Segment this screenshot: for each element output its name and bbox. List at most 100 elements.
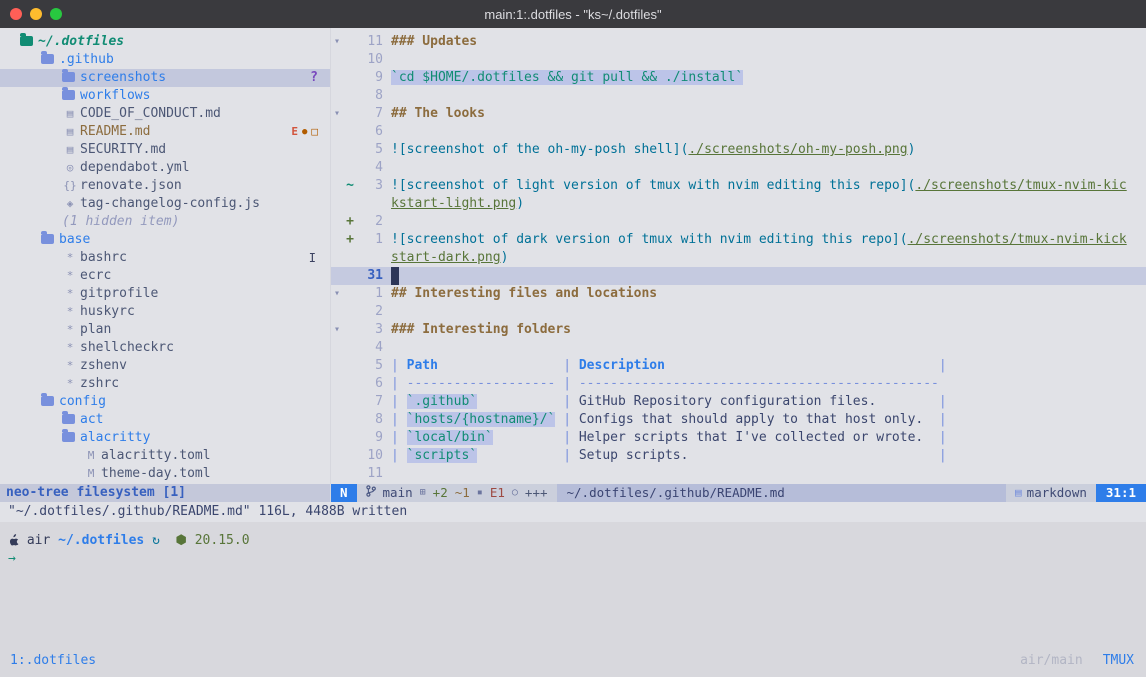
close-button[interactable] — [10, 8, 22, 20]
diag-error-badge: E — [291, 123, 298, 141]
tree-item-github[interactable]: .github — [0, 51, 330, 69]
git-sign — [343, 465, 357, 483]
file-shell-icon: * — [62, 357, 78, 375]
line-number: 5 — [357, 357, 383, 375]
git-sign — [343, 429, 357, 447]
fold-marker — [331, 303, 343, 321]
prompt-arrow[interactable]: → — [0, 550, 1146, 568]
fold-marker — [331, 249, 343, 267]
line-number — [357, 249, 383, 267]
tree-item-renovate-json[interactable]: {}renovate.json — [0, 177, 330, 195]
editor-line[interactable]: +1![screenshot of dark version of tmux w… — [331, 231, 1146, 249]
tree-item-plan[interactable]: *plan — [0, 321, 330, 339]
tree-item-label: zshenv — [80, 358, 127, 373]
editor-line[interactable]: ~3![screenshot of light version of tmux … — [331, 177, 1146, 195]
folder-icon — [62, 432, 75, 442]
tree-item-zshrc[interactable]: *zshrc — [0, 375, 330, 393]
line-number: 4 — [357, 339, 383, 357]
editor-buffer[interactable]: ▾11### Updates109`cd $HOME/.dotfiles && … — [331, 28, 1146, 484]
line-text — [383, 87, 391, 105]
tree-item-huskyrc[interactable]: *huskyrc — [0, 303, 330, 321]
editor-line[interactable]: 10| `scripts` | Setup scripts. | — [331, 447, 1146, 465]
git-sign — [343, 375, 357, 393]
editor-line[interactable]: 11 — [331, 465, 1146, 483]
tree-item-bashrc[interactable]: *bashrcI — [0, 249, 330, 267]
tree-item-readme-md[interactable]: ▤README.mdE●□ — [0, 123, 330, 141]
shell-pane: air ~/.dotfiles ↻ ⬢ 20.15.0 → 1:.dotfile… — [0, 522, 1146, 677]
editor-line[interactable]: ▾1## Interesting files and locations — [331, 285, 1146, 303]
editor-line[interactable]: ▾7## The looks — [331, 105, 1146, 123]
editor-line[interactable]: 9`cd $HOME/.dotfiles && git pull && ./in… — [331, 69, 1146, 87]
git-untracked-badge: ? — [310, 69, 318, 87]
tmux-window-label[interactable]: 1:.dotfiles — [10, 652, 96, 670]
tree-item-label: workflows — [80, 88, 150, 103]
tree-item-1-hidden-item[interactable]: (1 hidden item) — [0, 213, 330, 231]
editor-line[interactable]: 10 — [331, 51, 1146, 69]
tree-item-act[interactable]: act — [0, 411, 330, 429]
editor-line[interactable]: 8 — [331, 87, 1146, 105]
fold-marker: ▾ — [331, 33, 343, 51]
cursor-position: 31:1 — [1096, 484, 1146, 502]
git-sync-icon: ↻ — [152, 533, 160, 548]
git-sign — [343, 123, 357, 141]
line-number — [357, 195, 383, 213]
editor-line[interactable]: 5![screenshot of the oh-my-posh shell](.… — [331, 141, 1146, 159]
tree-item-alacritty[interactable]: alacritty — [0, 429, 330, 447]
git-sign — [343, 285, 357, 303]
line-number: 2 — [357, 213, 383, 231]
tree-item-security-md[interactable]: ▤SECURITY.md — [0, 141, 330, 159]
tree-item-code-of-conduct-md[interactable]: ▤CODE_OF_CONDUCT.md — [0, 105, 330, 123]
editor-window: ▾11### Updates109`cd $HOME/.dotfiles && … — [330, 28, 1146, 502]
editor-line[interactable]: 9| `local/bin` | Helper scripts that I'v… — [331, 429, 1146, 447]
tree-item-label: (1 hidden item) — [62, 214, 179, 229]
git-sign — [343, 321, 357, 339]
tree-item-zshenv[interactable]: *zshenv — [0, 357, 330, 375]
tree-item-workflows[interactable]: workflows — [0, 87, 330, 105]
tree-item-config[interactable]: config — [0, 393, 330, 411]
editor-line[interactable]: start-dark.png) — [331, 249, 1146, 267]
line-text: kstart-light.png) — [383, 195, 524, 213]
tree-item-base[interactable]: base — [0, 231, 330, 249]
editor-line-current[interactable]: 31 — [331, 267, 1146, 285]
titlebar[interactable]: main:1:.dotfiles - "ks~/.dotfiles" — [0, 0, 1146, 28]
editor-line[interactable]: 6 — [331, 123, 1146, 141]
zoom-button[interactable] — [50, 8, 62, 20]
tree-item-tag-changelog-config-js[interactable]: ◈tag-changelog-config.js — [0, 195, 330, 213]
editor-line[interactable]: ▾11### Updates — [331, 33, 1146, 51]
line-text — [383, 213, 391, 231]
tree-item-alacritty-toml[interactable]: Malacritty.toml — [0, 447, 330, 465]
file-shell-icon: * — [62, 249, 78, 267]
tree-item-label: SECURITY.md — [80, 142, 166, 157]
line-number: 9 — [357, 429, 383, 447]
line-text: ![screenshot of the oh-my-posh shell](./… — [383, 141, 915, 159]
editor-line[interactable]: 4 — [331, 159, 1146, 177]
diff-icon: ⊞ — [420, 484, 426, 502]
tree-item-ecrc[interactable]: *ecrc — [0, 267, 330, 285]
editor-line[interactable]: 4 — [331, 339, 1146, 357]
minimize-button[interactable] — [30, 8, 42, 20]
editor-line[interactable]: 6| ------------------- | ---------------… — [331, 375, 1146, 393]
tree-item-gitprofile[interactable]: *gitprofile — [0, 285, 330, 303]
line-text: | Path | Description | — [383, 357, 947, 375]
tree-item-dotfiles[interactable]: ~/.dotfiles — [0, 33, 330, 51]
editor-line[interactable]: ▾3### Interesting folders — [331, 321, 1146, 339]
tree-item-label: alacritty — [80, 430, 150, 445]
editor-line[interactable]: +2 — [331, 213, 1146, 231]
tree-item-label: config — [59, 394, 106, 409]
tree-item-shellcheckrc[interactable]: *shellcheckrc — [0, 339, 330, 357]
editor-line[interactable]: 7| `.github` | GitHub Repository configu… — [331, 393, 1146, 411]
editor-line[interactable]: kstart-light.png) — [331, 195, 1146, 213]
tree-item-theme-day-toml[interactable]: Mtheme-day.toml — [0, 465, 330, 483]
traffic-lights — [10, 8, 62, 20]
line-number: 6 — [357, 375, 383, 393]
tree-item-dependabot-yml[interactable]: ◎dependabot.yml — [0, 159, 330, 177]
file-shell-icon: * — [62, 375, 78, 393]
line-text: `cd $HOME/.dotfiles && git pull && ./ins… — [383, 69, 743, 87]
editor-line[interactable]: 2 — [331, 303, 1146, 321]
fold-marker — [331, 195, 343, 213]
diff-added: +2 — [433, 484, 448, 502]
editor-line[interactable]: 8| `hosts/{hostname}/` | Configs that sh… — [331, 411, 1146, 429]
line-number: 10 — [357, 51, 383, 69]
tree-item-screenshots[interactable]: screenshots? — [0, 69, 330, 87]
editor-line[interactable]: 5| Path | Description | — [331, 357, 1146, 375]
